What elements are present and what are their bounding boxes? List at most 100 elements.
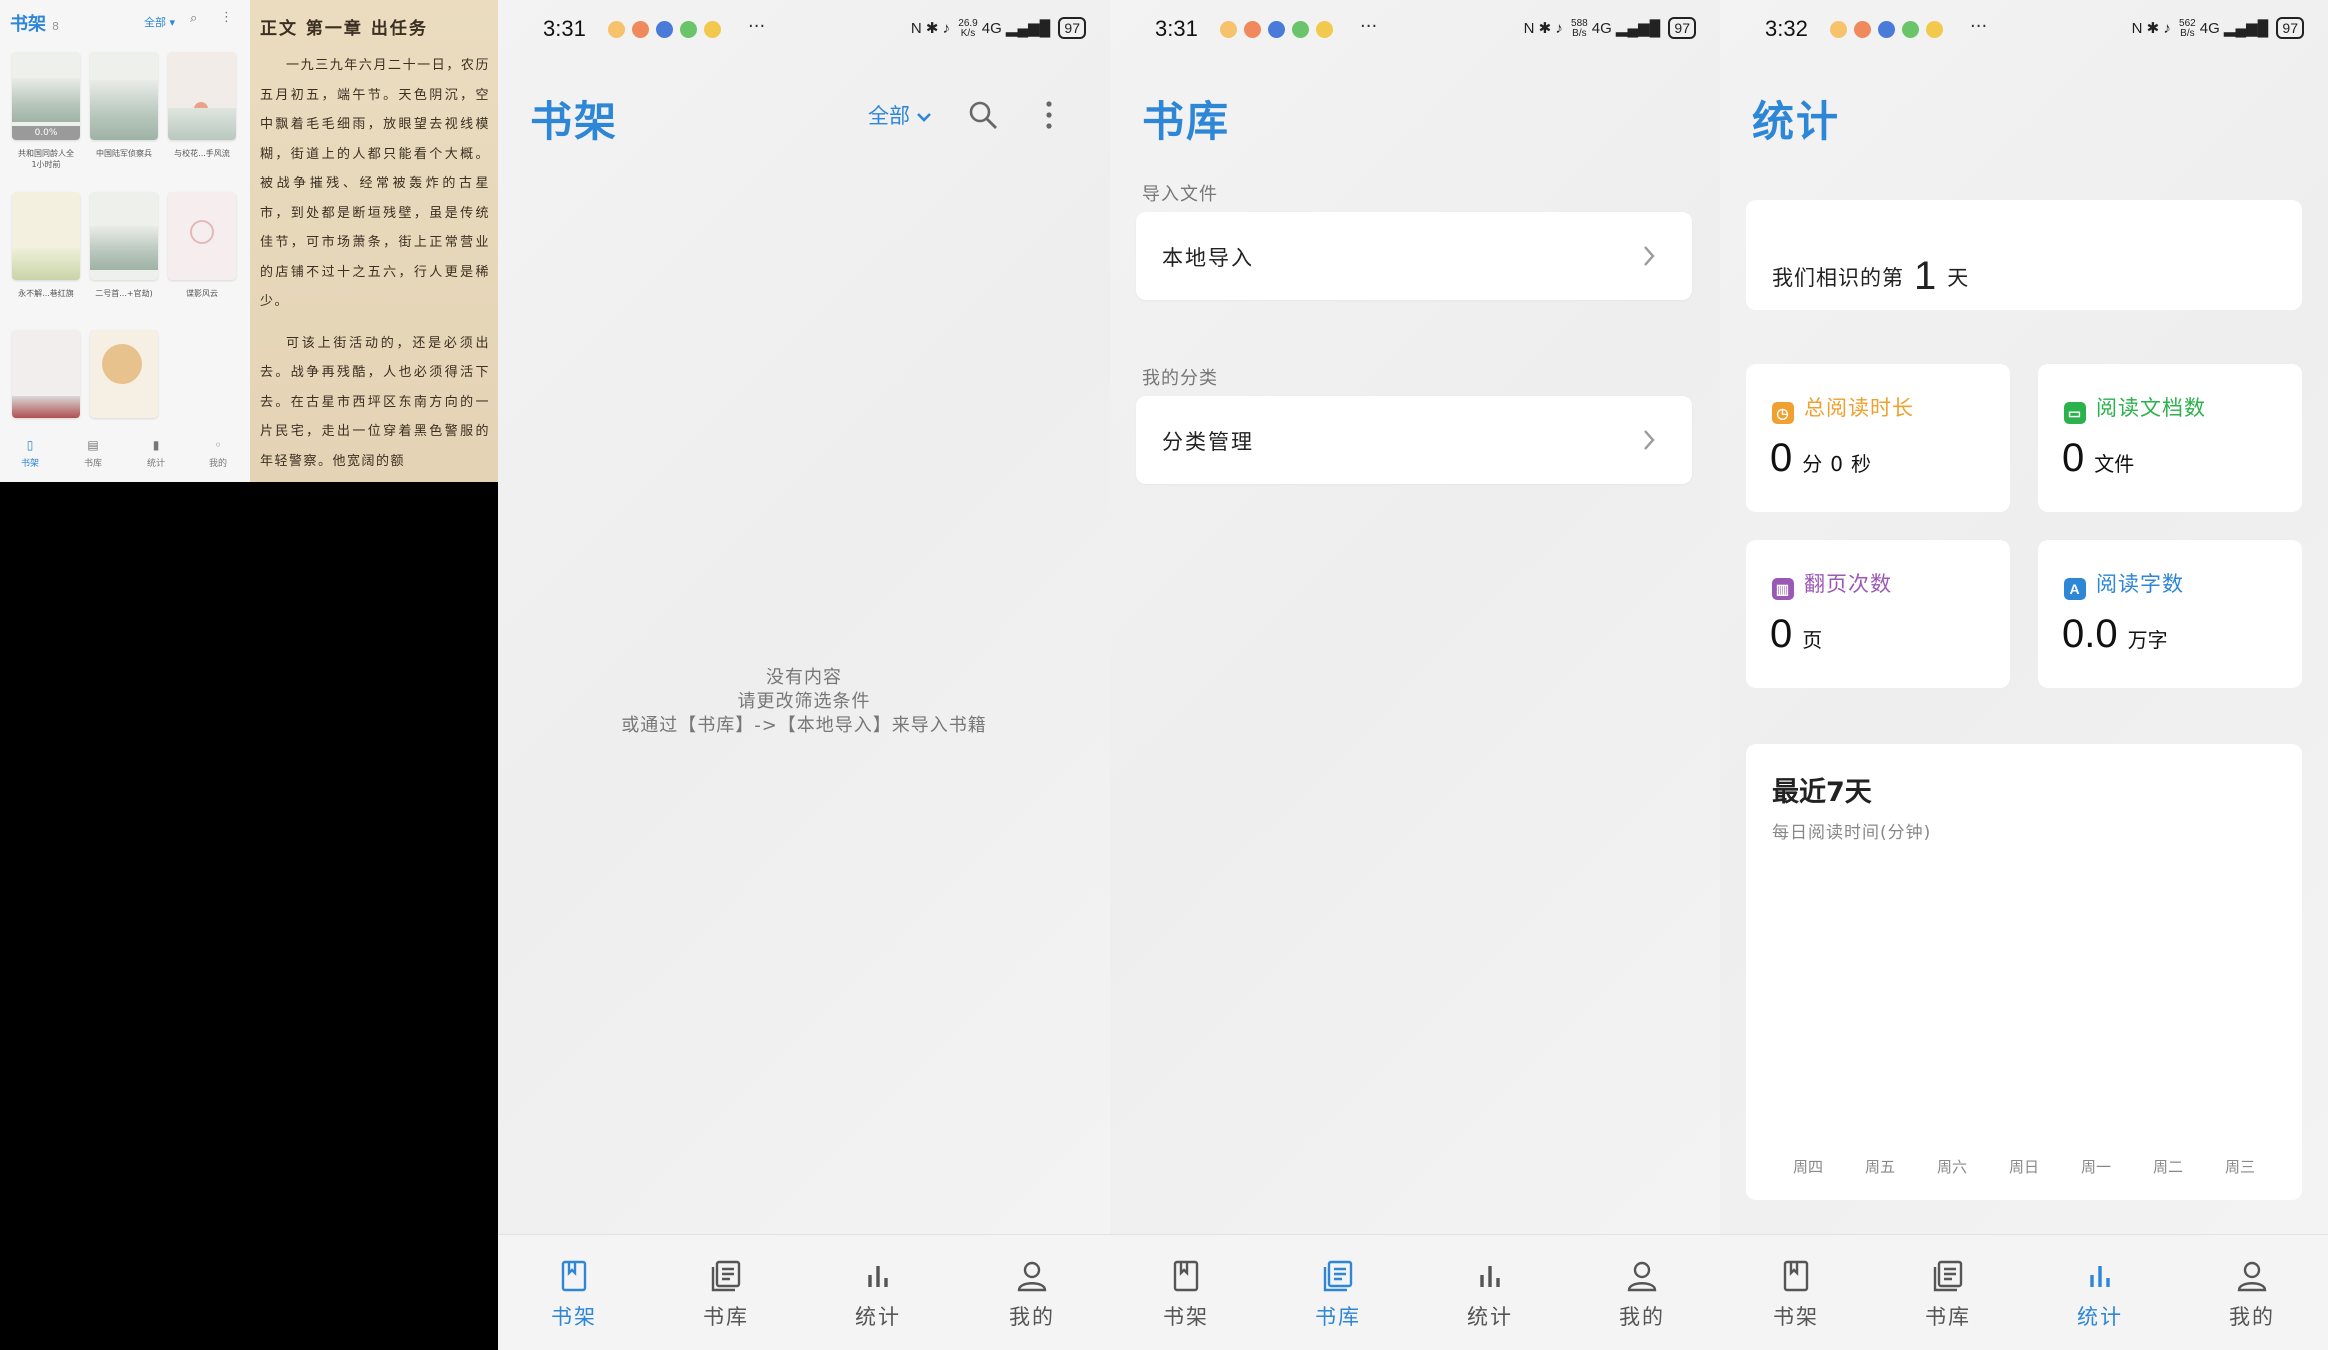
library-icon <box>1933 1260 1963 1292</box>
battery-icon: 97 <box>1668 17 1696 39</box>
days-known-prefix: 我们相识的第 <box>1772 266 1904 290</box>
more-notifications-icon: ··· <box>1970 16 1988 37</box>
mini-tab-shelf[interactable]: ▯ 书架 <box>10 438 50 469</box>
mini-book-icon: ▯ <box>26 438 34 452</box>
day-tick-label: 周四 <box>1792 1158 1823 1176</box>
days-known-suffix: 天 <box>1947 266 1970 290</box>
mini-book-cover[interactable] <box>168 192 236 280</box>
mini-tab-library[interactable]: ▤ 书库 <box>73 438 113 469</box>
mini-book-caption: 二号首...+官劫) <box>95 289 153 298</box>
words-read-card: A 阅读字数 0.0 万字 <box>2038 540 2302 688</box>
chapter-paragraph: 一九三九年六月二十一日，农历五月初五，端午节。天色阴沉，空中飘着毛毛细雨，放眼望… <box>260 58 490 309</box>
battery-icon: 97 <box>1058 17 1086 39</box>
tab-me[interactable]: 我的 <box>1592 1259 1692 1331</box>
tab-bookshelf[interactable]: 书架 <box>1136 1259 1236 1331</box>
status-right: N ✱ ♪ 588 B/s 4G ▂▄▆█ 97 <box>1524 17 1696 39</box>
local-import-row[interactable]: 本地导入 <box>1136 212 1692 300</box>
more-icon[interactable] <box>1042 98 1056 132</box>
mini-book-progress: 0.0% <box>12 126 80 140</box>
status-bar: 3:31 ··· N ✱ ♪ 26.9 K/s 4G ▂▄▆█ 97 <box>498 14 1110 46</box>
mini-book-caption: 共和国同龄人全 1小时前 <box>18 149 74 169</box>
bar-chart-icon <box>868 1266 888 1287</box>
reader-page[interactable]: 正文 第一章 出任务 一九三九年六月二十一日，农历五月初五，端午节。天色阴沉，空… <box>250 0 498 482</box>
words-read-label: 阅读字数 <box>2096 572 2184 596</box>
day-tick-label: 周日 <box>2008 1158 2039 1176</box>
tab-stats[interactable]: 统计 <box>828 1259 928 1331</box>
mini-book-cover[interactable] <box>12 330 80 418</box>
mini-book-cover[interactable] <box>90 52 158 140</box>
tab-me[interactable]: 我的 <box>2202 1259 2302 1331</box>
mini-book-caption: 谍影风云 <box>186 289 218 298</box>
tab-library[interactable]: 书库 <box>1898 1259 1998 1331</box>
library-screen: 3:31 ··· N ✱ ♪ 588 B/s 4G ▂▄▆█ 97 书库 导入文件 … <box>1110 0 1720 1350</box>
user-icon <box>1017 1261 1047 1292</box>
user-icon <box>2237 1261 2267 1292</box>
tab-bookshelf[interactable]: 书架 <box>524 1259 624 1331</box>
recent-week-card: 最近7天 每日阅读时间(分钟) 周四 周五 周六 周日 周一 周二 周三 <box>1746 744 2302 1200</box>
tab-library[interactable]: 书库 <box>1288 1259 1388 1331</box>
mini-book-caption: 与校花...手风流 <box>174 149 230 158</box>
mini-filter-dropdown[interactable]: 全部 ▾ <box>144 14 175 30</box>
status-time: 3:32 <box>1765 16 1808 41</box>
category-manage-row[interactable]: 分类管理 <box>1136 396 1692 484</box>
notification-icons <box>1220 20 1340 38</box>
page-turns-label: 翻页次数 <box>1804 572 1892 596</box>
tab-me[interactable]: 我的 <box>982 1259 1082 1331</box>
days-known-number: 1 <box>1914 254 1938 298</box>
docs-read-value: 0 文件 <box>2062 436 2135 480</box>
docs-read-card: ▭ 阅读文档数 0 文件 <box>2038 364 2302 512</box>
week-title: 最近7天 <box>1772 777 1872 808</box>
page-title: 统计 <box>1752 97 1841 146</box>
user-icon <box>1627 1261 1657 1292</box>
battery-icon: 97 <box>2276 17 2304 39</box>
tab-bookshelf[interactable]: 书架 <box>1746 1259 1846 1331</box>
tab-stats[interactable]: 统计 <box>2050 1259 2150 1331</box>
notification-icons <box>1830 20 1950 38</box>
search-icon[interactable] <box>966 98 1000 132</box>
total-time-label: 总阅读时长 <box>1804 396 1914 420</box>
empty-line: 没有内容 <box>766 667 842 688</box>
mini-book-cover[interactable]: 0.0% <box>12 52 80 140</box>
day-tick-label: 周一 <box>2080 1158 2111 1176</box>
library-icon <box>1323 1260 1353 1292</box>
chevron-right-icon <box>1644 430 1655 450</box>
pages-icon: ▥ <box>1772 578 1794 600</box>
total-time-card: ◷ 总阅读时长 0分0秒 <box>1746 364 2010 512</box>
mini-book-cover[interactable] <box>90 330 158 418</box>
category-manage-label: 分类管理 <box>1162 430 1254 454</box>
status-time: 3:31 <box>543 16 586 41</box>
mini-book-caption: 中国陆军侦察兵 <box>96 149 152 158</box>
clock-icon: ◷ <box>1772 402 1794 424</box>
mini-bookshelf: 书架 8 全部 ▾ ⌕ ⋮ 0.0% 共和国同龄人全 1小时前 中国陆军侦察兵 与校… <box>0 0 250 482</box>
filter-dropdown[interactable]: 全部 <box>868 100 932 130</box>
empty-line: 或通过【书库】->【本地导入】来导入书籍 <box>621 715 987 736</box>
mini-book-cover[interactable] <box>168 52 236 140</box>
book-icon <box>1783 1260 1809 1292</box>
bottom-tab-bar: 书架 书库 统计 我的 <box>1720 1234 2328 1350</box>
page-title: 书库 <box>1142 97 1231 146</box>
stats-screen: 3:32 ··· N ✱ ♪ 562 B/s 4G ▂▄▆█ 97 统计 我们相识的… <box>1720 0 2328 1350</box>
section-import-label: 导入文件 <box>1142 184 1218 205</box>
mini-tab-me[interactable]: ◦ 我的 <box>198 438 238 469</box>
preview-panel: 书架 8 全部 ▾ ⌕ ⋮ 0.0% 共和国同龄人全 1小时前 中国陆军侦察兵 与校… <box>0 0 498 482</box>
total-time-value: 0分0秒 <box>1770 436 1871 480</box>
mini-more-icon[interactable]: ⋮ <box>220 10 233 25</box>
status-time: 3:31 <box>1155 16 1198 41</box>
chevron-down-icon <box>917 113 931 122</box>
bottom-tab-bar: 书架 书库 统计 我的 <box>498 1234 1110 1350</box>
day-tick-label: 周五 <box>1864 1158 1895 1176</box>
mini-search-icon[interactable]: ⌕ <box>190 11 197 26</box>
mini-book-cover[interactable] <box>90 192 158 280</box>
local-import-label: 本地导入 <box>1162 246 1254 270</box>
page-title: 书架 <box>530 97 619 146</box>
mini-book-cover[interactable] <box>12 192 80 280</box>
day-tick-label: 周六 <box>1936 1158 1967 1176</box>
library-icon <box>711 1260 741 1292</box>
tab-library[interactable]: 书库 <box>676 1259 776 1331</box>
bar-chart-icon <box>2090 1266 2110 1287</box>
mini-tab-stats[interactable]: ▮ 统计 <box>136 438 176 469</box>
status-right: N ✱ ♪ 562 B/s 4G ▂▄▆█ 97 <box>2132 17 2304 39</box>
tab-stats[interactable]: 统计 <box>1440 1259 1540 1331</box>
week-subtitle: 每日阅读时间(分钟) <box>1772 823 1932 843</box>
mini-shelf-title: 书架 8 <box>10 14 59 35</box>
